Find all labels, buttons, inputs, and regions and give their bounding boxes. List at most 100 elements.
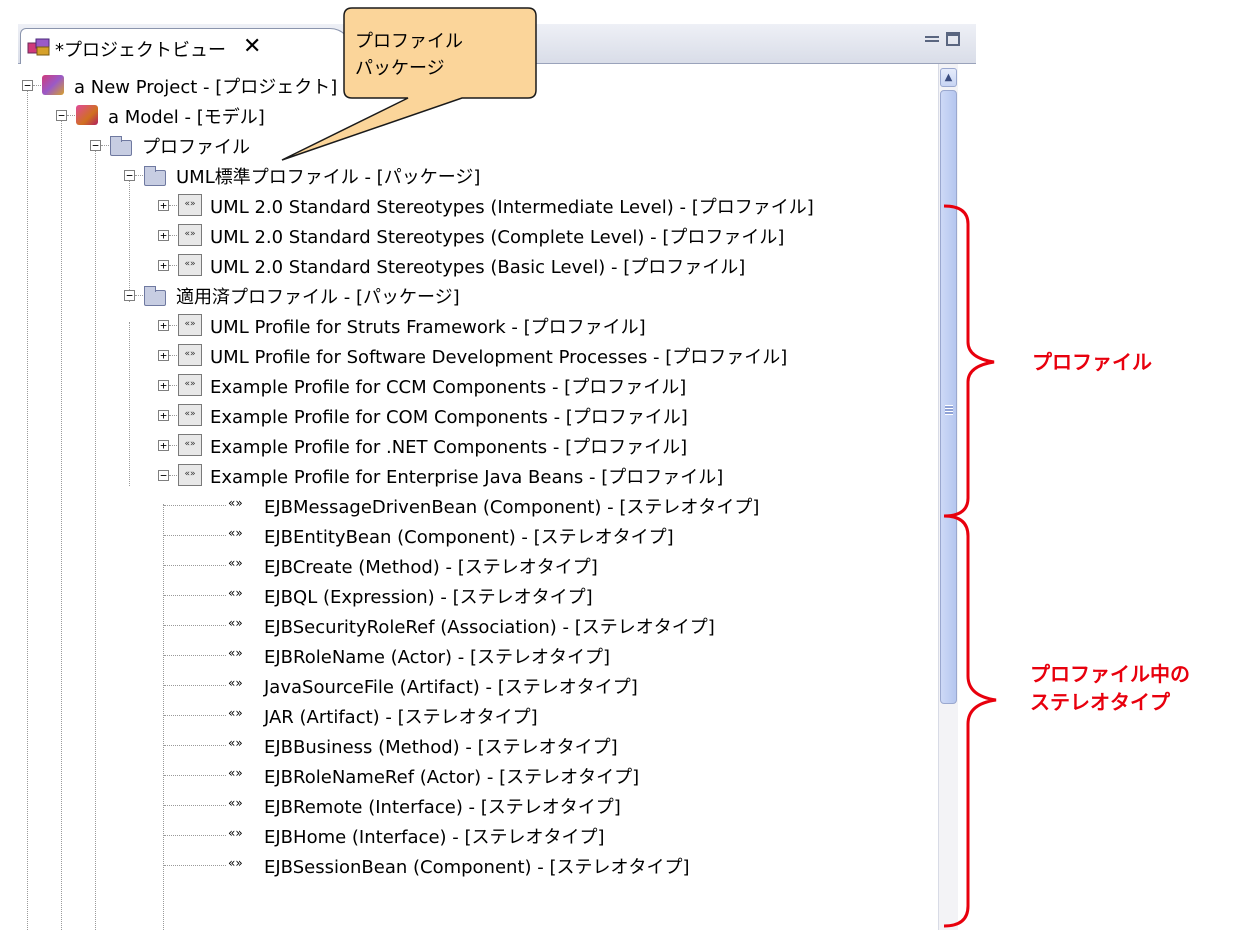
tree-branch-line [135,175,143,176]
grip-icon [945,405,953,415]
tree-branch-line [164,865,226,866]
tree-item-label: Example Profile for COM Components - [プロ… [210,407,688,428]
folder-icon [144,166,166,186]
tree-item-label: UML標準プロファイル - [パッケージ] [176,167,481,188]
expand-toggle[interactable]: + [158,440,169,451]
tree-row[interactable]: «» JavaSourceFile (Artifact) - [ステレオタイプ] [18,670,938,700]
expand-toggle[interactable]: + [158,320,169,331]
tree-row[interactable]: − a New Project - [プロジェクト] [18,70,938,100]
tree-row[interactable]: «» EJBSecurityRoleRef (Association) - [ステ… [18,610,938,640]
tree-item-label: a New Project - [プロジェクト] [74,77,338,98]
tree-item-label: Example Profile for Enterprise Java Bean… [210,467,724,488]
tree-branch-line [164,715,226,716]
tree-row[interactable]: + «» UML 2.0 Standard Stereotypes (Interme… [18,190,938,220]
expand-toggle[interactable]: + [158,200,169,211]
tree-row[interactable]: + «» UML 2.0 Standard Stereotypes (Basic L… [18,250,938,280]
profile-icon: «» [178,344,202,366]
tree-row[interactable]: − a Model - [モデル] [18,100,938,130]
expand-toggle[interactable]: + [158,380,169,391]
stereotype-icon: «» [228,556,243,570]
tree-row[interactable]: + «» UML 2.0 Standard Stereotypes (Complet… [18,220,938,250]
tree-row[interactable]: + «» Example Profile for .NET Components -… [18,430,938,460]
tree-item-label: EJBRoleName (Actor) - [ステレオタイプ] [264,647,611,668]
collapse-toggle[interactable]: − [124,170,135,181]
stereotype-icon: «» [228,586,243,600]
tree-row[interactable]: − UML標準プロファイル - [パッケージ] [18,160,938,190]
tree-branch-line [135,295,143,296]
tree-branch-line [164,625,226,626]
tree-row[interactable]: «» EJBRoleNameRef (Actor) - [ステレオタイプ] [18,760,938,790]
tree-row[interactable]: «» EJBHome (Interface) - [ステレオタイプ] [18,820,938,850]
vertical-scrollbar[interactable]: ▲ [938,64,958,930]
tab-title: *プロジェクトビュー [55,40,226,61]
tree-branch-line [164,565,226,566]
tree-row[interactable]: «» EJBRoleName (Actor) - [ステレオタイプ] [18,640,938,670]
tree-branch-line [164,655,226,656]
tree-branch-line [169,355,177,356]
minimize-button[interactable] [925,36,939,42]
tree-row[interactable]: «» EJBSessionBean (Component) - [ステレオタイプ] [18,850,938,880]
tree-branch-line [164,685,226,686]
tree-row[interactable]: «» EJBQL (Expression) - [ステレオタイプ] [18,580,938,610]
tree-item-label: EJBRoleNameRef (Actor) - [ステレオタイプ] [264,767,640,788]
stereotype-icon: «» [228,766,243,780]
tree-row[interactable]: + «» Example Profile for CCM Components - … [18,370,938,400]
profile-icon: «» [178,194,202,216]
tree-item-label: UML 2.0 Standard Stereotypes (Intermedia… [210,197,814,218]
model-icon [76,105,98,125]
tree-item-label: JAR (Artifact) - [ステレオタイプ] [264,707,538,728]
tree-branch-line [169,475,177,476]
tree-branch-line [164,535,226,536]
stereotype-icon: «» [228,826,243,840]
tree-row[interactable]: «» EJBCreate (Method) - [ステレオタイプ] [18,550,938,580]
tree-item-label: 適用済プロファイル - [パッケージ] [176,287,460,308]
expand-toggle[interactable]: + [158,350,169,361]
tree-branch-line [164,805,226,806]
tree-row[interactable]: − プロファイル [18,130,938,160]
tree-row[interactable]: − «» Example Profile for Enterprise Java B… [18,460,938,490]
project-view-panel: *プロジェクトビュー ✕ − a New Project - [プロジェクト] − a… [18,24,976,930]
tree-row[interactable]: «» EJBBusiness (Method) - [ステレオタイプ] [18,730,938,760]
stereotype-icon: «» [228,616,243,630]
tree-row[interactable]: + «» Example Profile for COM Components - … [18,400,938,430]
project-icon [42,75,64,95]
maximize-button[interactable] [946,32,960,46]
collapse-toggle[interactable]: − [90,140,101,151]
scroll-up-button[interactable]: ▲ [940,68,957,87]
collapse-toggle[interactable]: − [158,470,169,481]
tree-item-label: EJBCreate (Method) - [ステレオタイプ] [264,557,598,578]
stereotype-icon: «» [228,736,243,750]
tree-row[interactable]: «» JAR (Artifact) - [ステレオタイプ] [18,700,938,730]
tree-branch-line [164,835,226,836]
tree-row[interactable]: «» EJBMessageDrivenBean (Component) - [ステ… [18,490,938,520]
close-icon[interactable]: ✕ [243,34,261,59]
collapse-toggle[interactable]: − [56,110,67,121]
tree-row[interactable]: «» EJBRemote (Interface) - [ステレオタイプ] [18,790,938,820]
annotation-stereotypes: プロファイル中の ステレオタイプ [1030,662,1190,714]
tree-branch-line [164,745,226,746]
stereotype-icon: «» [228,796,243,810]
scroll-thumb[interactable] [940,90,957,704]
tab-project-view[interactable]: *プロジェクトビュー ✕ [20,28,352,64]
profile-icon: «» [178,374,202,396]
collapse-toggle[interactable]: − [22,80,33,91]
tree-row[interactable]: + «» UML Profile for Software Development … [18,340,938,370]
tree-branch-line [33,85,41,86]
tree-row[interactable]: − 適用済プロファイル - [パッケージ] [18,280,938,310]
folder-icon [144,286,166,306]
tree-item-label: EJBRemote (Interface) - [ステレオタイプ] [264,797,621,818]
tree-row[interactable]: + «» UML Profile for Struts Framework - [プ… [18,310,938,340]
tree-item-label: UML Profile for Struts Framework - [プロファ… [210,317,646,338]
tree-item-label: EJBMessageDrivenBean (Component) - [ステレオ… [264,497,760,518]
tree-item-label: UML Profile for Software Development Pro… [210,347,788,368]
expand-toggle[interactable]: + [158,230,169,241]
expand-toggle[interactable]: + [158,410,169,421]
folder-icon [110,136,132,156]
tree-row[interactable]: «» EJBEntityBean (Component) - [ステレオタイプ] [18,520,938,550]
expand-toggle[interactable]: + [158,260,169,271]
project-tree: − a New Project - [プロジェクト] − a Model - [モデル… [18,64,938,930]
tree-item-label: a Model - [モデル] [108,107,265,128]
profile-icon: «» [178,464,202,486]
annotation-profiles: プロファイル [1032,350,1152,374]
collapse-toggle[interactable]: − [124,290,135,301]
